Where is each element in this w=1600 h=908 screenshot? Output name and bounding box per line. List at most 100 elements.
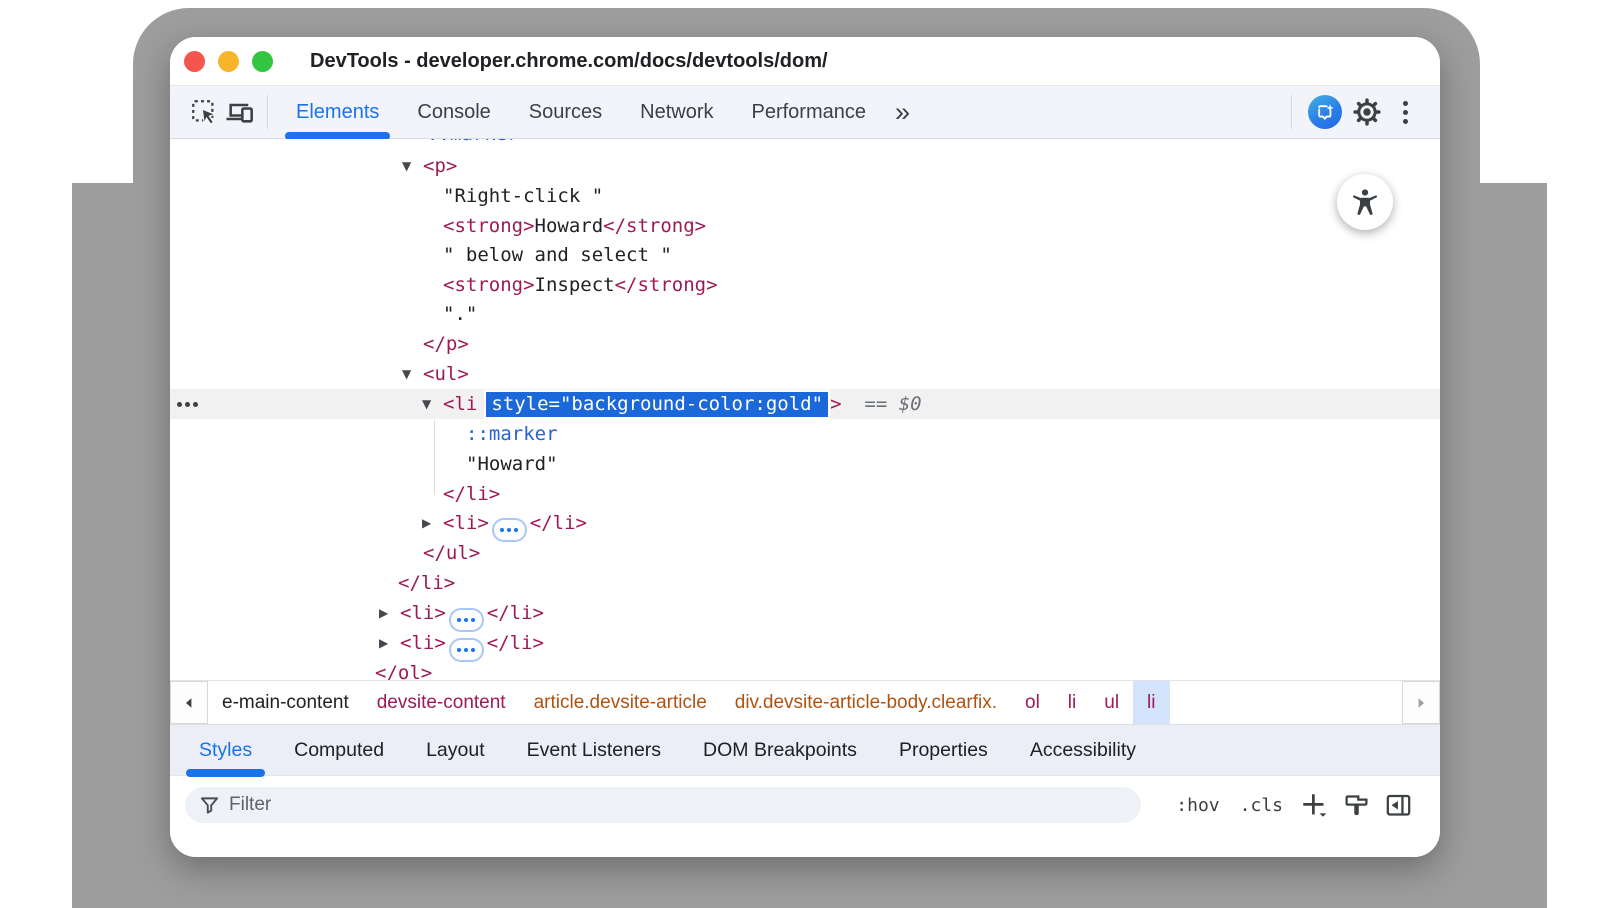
breadcrumb-scroll-right-button[interactable] — [1402, 681, 1440, 724]
tag-token: </strong> — [615, 274, 718, 296]
illustration-canvas: DevTools - developer.chrome.com/docs/dev… — [0, 0, 1600, 908]
breadcrumb-list: e-main-contentdevsite-contentarticle.dev… — [208, 681, 1170, 724]
panel-tab-dom-breakpoints[interactable]: DOM Breakpoints — [682, 725, 878, 775]
devtools-toolbar: ElementsConsoleSourcesNetworkPerformance… — [170, 86, 1440, 139]
ai-assistance-button[interactable] — [1308, 95, 1342, 129]
dom-tree-line[interactable]: ▶<li></li> — [400, 598, 544, 628]
tag-token: <li — [443, 393, 477, 415]
breadcrumb-bar: e-main-contentdevsite-contentarticle.dev… — [170, 680, 1440, 724]
text-token: " below and select " — [443, 244, 672, 266]
dom-tree-line[interactable]: </p> — [423, 329, 469, 359]
dom-tree-line[interactable]: ▶<li></li> — [443, 508, 587, 538]
filter-funnel-icon — [199, 795, 219, 815]
collapsed-arrow-icon[interactable]: ▶ — [379, 598, 388, 628]
dom-tree-line[interactable]: " below and select " — [443, 240, 672, 270]
text-token: == — [842, 393, 899, 415]
breadcrumb-item[interactable]: div.devsite-article-body.clearfix. — [721, 681, 1011, 724]
styles-filter-bar: Filter :hov .cls — [170, 775, 1440, 857]
breadcrumb-item[interactable]: article.devsite-article — [520, 681, 721, 724]
indent-guide-line — [434, 420, 435, 495]
dom-tree-line[interactable]: "Howard" — [466, 449, 558, 479]
collapsed-arrow-icon[interactable]: ▶ — [422, 508, 431, 538]
console-hint-token: $0 — [899, 393, 922, 415]
dom-tree-line[interactable]: </ol> — [375, 658, 432, 680]
zoom-window-button[interactable] — [252, 51, 273, 72]
dom-tree-line[interactable]: "." — [443, 299, 477, 329]
toolbar-divider — [267, 95, 268, 129]
collapsed-content-ellipsis-icon[interactable] — [492, 518, 527, 542]
expanded-arrow-icon[interactable]: ▼ — [402, 151, 411, 181]
breadcrumb-scroll-left-button[interactable] — [170, 681, 208, 724]
breadcrumb-item[interactable]: li — [1133, 681, 1169, 724]
customize-menu-icon[interactable] — [1392, 101, 1418, 124]
tag-token: <li> — [443, 512, 489, 534]
dom-tree-line[interactable]: <strong>Inspect</strong> — [443, 270, 718, 300]
selected-attribute-value: style="background-color:gold" — [486, 392, 828, 417]
dom-tree-line[interactable]: "Right-click " — [443, 181, 603, 211]
panel-tab-event-listeners[interactable]: Event Listeners — [506, 725, 682, 775]
breadcrumb-item[interactable]: ol — [1011, 681, 1054, 724]
toolbar-right-group — [1282, 94, 1440, 130]
filter-placeholder: Filter — [229, 794, 271, 816]
row-hover-dots-icon[interactable] — [177, 389, 198, 419]
breadcrumb-item[interactable]: devsite-content — [363, 681, 520, 724]
toggle-element-state-button[interactable]: :hov — [1171, 795, 1224, 816]
collapsed-arrow-icon[interactable]: ▶ — [379, 628, 388, 658]
inspect-element-icon[interactable] — [186, 94, 222, 130]
text-token: "Howard" — [466, 453, 558, 475]
accessibility-overlay-button[interactable] — [1337, 174, 1393, 230]
panel-tab-layout[interactable]: Layout — [405, 725, 506, 775]
dom-tree-line[interactable]: ▼<listyle="background-color:gold"> == $0 — [443, 389, 922, 419]
tag-token: </li> — [398, 572, 455, 594]
breadcrumb-item[interactable]: li — [1054, 681, 1090, 724]
breadcrumb-item[interactable]: e-main-content — [208, 681, 363, 724]
toggle-device-toolbar-icon[interactable] — [222, 94, 258, 130]
tag-token: <li> — [400, 602, 446, 624]
tag-token: </ol> — [375, 662, 432, 680]
tag-token: </li> — [487, 602, 544, 624]
tag-token: > — [830, 393, 841, 415]
filter-bar-controls: :hov .cls — [1171, 787, 1440, 823]
tag-token: </li> — [530, 512, 587, 534]
dom-tree-line[interactable]: <strong>Howard</strong> — [443, 211, 706, 241]
element-classes-button[interactable]: .cls — [1235, 795, 1288, 816]
panel-tab-computed[interactable]: Computed — [273, 725, 405, 775]
text-token: "Right-click " — [443, 185, 603, 207]
tab-performance[interactable]: Performance — [733, 86, 886, 138]
filter-input[interactable]: Filter — [185, 787, 1141, 823]
tab-sources[interactable]: Sources — [510, 86, 621, 138]
dock-side-button[interactable] — [1382, 789, 1414, 821]
new-style-rule-button[interactable] — [1298, 789, 1330, 821]
settings-gear-icon[interactable] — [1349, 94, 1385, 130]
breadcrumb-item[interactable]: ul — [1090, 681, 1133, 724]
dom-tree-line[interactable]: ▼<ul> — [423, 359, 469, 389]
devtools-window: DevTools - developer.chrome.com/docs/dev… — [170, 37, 1440, 857]
tab-console[interactable]: Console — [398, 86, 509, 138]
dom-tree-line[interactable]: ▼<p> — [423, 151, 457, 181]
expanded-arrow-icon[interactable]: ▼ — [422, 389, 431, 419]
collapsed-content-ellipsis-icon[interactable] — [449, 638, 484, 662]
dom-tree-line[interactable]: ::marker — [466, 419, 558, 449]
rendering-brush-button[interactable] — [1340, 789, 1372, 821]
text-token: Howard — [535, 215, 604, 237]
tab-network[interactable]: Network — [621, 86, 732, 138]
panel-tab-accessibility[interactable]: Accessibility — [1009, 725, 1157, 775]
dom-tree-line[interactable]: </li> — [443, 479, 500, 509]
panel-tab-styles[interactable]: Styles — [178, 725, 273, 775]
panel-tab-properties[interactable]: Properties — [878, 725, 1009, 775]
pseudo-element-token: ::marker — [427, 139, 519, 145]
dom-tree-line[interactable]: ▶<li></li> — [400, 628, 544, 658]
toolbar-divider-right — [1291, 95, 1292, 129]
dom-tree-line[interactable]: ::marker — [427, 139, 519, 149]
tag-token: <strong> — [443, 215, 535, 237]
expanded-arrow-icon[interactable]: ▼ — [402, 359, 411, 389]
minimize-window-button[interactable] — [218, 51, 239, 72]
dom-tree-line[interactable]: </li> — [398, 568, 455, 598]
tag-token: </strong> — [603, 215, 706, 237]
title-bar: DevTools - developer.chrome.com/docs/dev… — [170, 37, 1440, 86]
more-tabs-button[interactable]: » — [885, 99, 920, 126]
tab-elements[interactable]: Elements — [277, 86, 398, 138]
close-window-button[interactable] — [184, 51, 205, 72]
dom-tree-line[interactable]: </ul> — [423, 538, 480, 568]
tag-token: <li> — [400, 632, 446, 654]
